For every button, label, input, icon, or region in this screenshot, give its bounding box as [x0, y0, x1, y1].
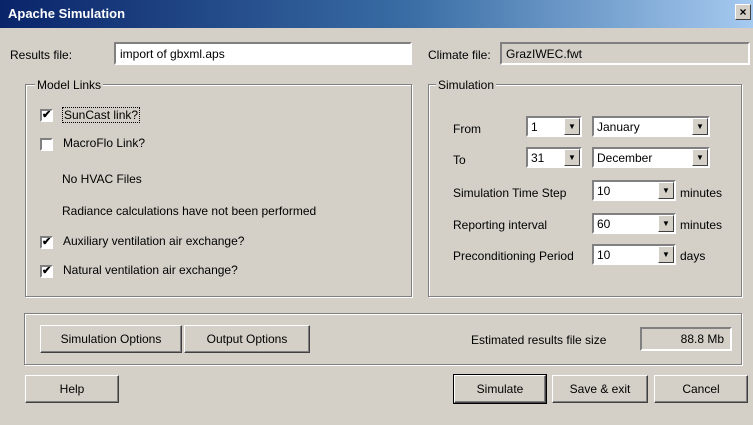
precond-value: 10 — [597, 248, 611, 262]
suncast-label[interactable]: SunCast link? — [62, 107, 141, 123]
from-month-select[interactable]: January ▼ — [592, 116, 710, 137]
chevron-down-icon[interactable]: ▼ — [564, 149, 580, 166]
from-day-select[interactable]: 1 ▼ — [526, 116, 582, 137]
title-bar: Apache Simulation × — [0, 0, 753, 28]
from-day-value: 1 — [531, 120, 538, 134]
reporting-select[interactable]: 60 ▼ — [592, 213, 676, 234]
precond-select[interactable]: 10 ▼ — [592, 244, 676, 265]
to-month-value: December — [597, 151, 653, 165]
suncast-checkbox[interactable]: ✔ — [40, 109, 53, 122]
timestep-select[interactable]: 10 ▼ — [592, 180, 676, 201]
macroflo-checkbox[interactable] — [40, 138, 53, 151]
chevron-down-icon[interactable]: ▼ — [564, 118, 580, 135]
to-month-select[interactable]: December ▼ — [592, 147, 710, 168]
from-label: From — [453, 122, 481, 136]
est-size-value: 88.8 Mb — [640, 327, 732, 351]
aux-vent-checkbox[interactable]: ✔ — [40, 236, 53, 249]
aux-vent-label[interactable]: Auxiliary ventilation air exchange? — [63, 234, 244, 248]
reporting-value: 60 — [597, 217, 611, 231]
chevron-down-icon[interactable]: ▼ — [658, 182, 674, 199]
reporting-unit: minutes — [680, 218, 723, 232]
simulation-options-button[interactable]: Simulation Options — [40, 325, 182, 353]
climate-file-label: Climate file: — [428, 48, 491, 62]
timestep-label: Simulation Time Step — [453, 186, 567, 200]
to-label: To — [453, 153, 466, 167]
help-button[interactable]: Help — [25, 375, 119, 403]
climate-file-field: GrazIWEC.fwt — [500, 42, 750, 65]
to-day-value: 31 — [531, 151, 545, 165]
nat-vent-checkbox[interactable]: ✔ — [40, 265, 53, 278]
hvac-status: No HVAC Files — [62, 172, 142, 186]
radiance-status: Radiance calculations have not been perf… — [62, 204, 317, 218]
results-file-input[interactable]: import of gbxml.aps — [114, 42, 412, 65]
est-size-label: Estimated results file size — [471, 333, 607, 347]
output-options-button[interactable]: Output Options — [184, 325, 310, 353]
macroflo-label[interactable]: MacroFlo Link? — [63, 136, 145, 150]
reporting-label: Reporting interval — [453, 218, 548, 232]
nat-vent-label[interactable]: Natural ventilation air exchange? — [63, 263, 238, 277]
close-button[interactable]: × — [735, 4, 751, 20]
check-icon: ✔ — [42, 265, 52, 277]
close-icon: × — [739, 5, 747, 19]
precond-label: Preconditioning Period — [453, 249, 574, 263]
precond-unit: days — [680, 249, 706, 263]
check-icon: ✔ — [42, 236, 52, 248]
results-file-label: Results file: — [10, 48, 73, 62]
from-month-value: January — [597, 120, 640, 134]
model-links-title: Model Links — [35, 78, 104, 92]
timestep-value: 10 — [597, 184, 611, 198]
save-exit-button[interactable]: Save & exit — [552, 375, 648, 403]
timestep-unit: minutes — [680, 186, 723, 200]
chevron-down-icon[interactable]: ▼ — [658, 246, 674, 263]
cancel-button[interactable]: Cancel — [654, 375, 748, 403]
chevron-down-icon[interactable]: ▼ — [658, 215, 674, 232]
simulate-button[interactable]: Simulate — [453, 374, 547, 404]
chevron-down-icon[interactable]: ▼ — [692, 149, 708, 166]
window-title: Apache Simulation — [8, 6, 126, 21]
check-icon: ✔ — [42, 109, 52, 121]
simulation-title: Simulation — [436, 78, 497, 92]
chevron-down-icon[interactable]: ▼ — [692, 118, 708, 135]
to-day-select[interactable]: 31 ▼ — [526, 147, 582, 168]
